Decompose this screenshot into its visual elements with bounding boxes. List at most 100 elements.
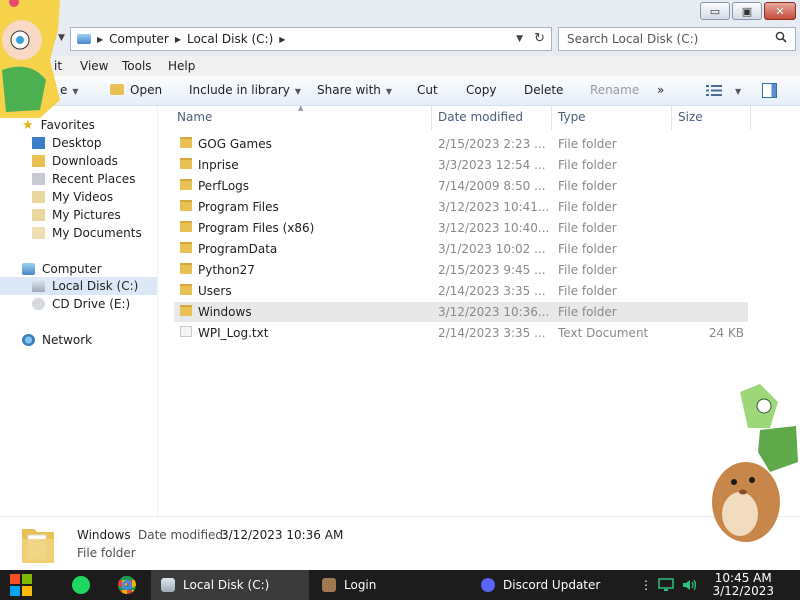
- column-divider[interactable]: [671, 106, 672, 130]
- volume-icon[interactable]: [682, 578, 698, 592]
- file-row[interactable]: PerfLogs 7/14/2009 8:50 ... File folder: [174, 176, 748, 196]
- file-row[interactable]: Program Files (x86) 3/12/2023 10:40... F…: [174, 218, 748, 238]
- share-with-button[interactable]: Share with ▼: [317, 83, 392, 97]
- file-date: 7/14/2009 8:50 ...: [438, 179, 546, 193]
- more-commands-button[interactable]: »: [657, 83, 664, 97]
- maximize-button[interactable]: ▣: [732, 2, 762, 20]
- nav-item-my-documents[interactable]: My Documents: [32, 224, 142, 242]
- file-name: WPI_Log.txt: [198, 326, 269, 340]
- copy-button[interactable]: Copy: [466, 83, 496, 97]
- open-button[interactable]: Open: [110, 83, 162, 97]
- close-button[interactable]: ✕: [764, 2, 796, 20]
- nav-item-downloads[interactable]: Downloads: [32, 152, 118, 170]
- file-row[interactable]: GOG Games 2/15/2023 2:23 ... File folder: [174, 134, 748, 154]
- navigation-pane: ★ Favorites Desktop Downloads Recent Pla…: [0, 106, 158, 516]
- rename-button[interactable]: Rename: [590, 83, 639, 97]
- column-type[interactable]: Type: [558, 110, 586, 124]
- column-size[interactable]: Size: [678, 110, 703, 124]
- chevron-right-icon[interactable]: ▶: [279, 35, 285, 44]
- taskbar-item-local-disk[interactable]: Local Disk (C:): [151, 570, 309, 600]
- nav-network[interactable]: Network: [22, 331, 92, 349]
- view-options-dropdown-icon[interactable]: ▼: [730, 83, 741, 97]
- menu-help[interactable]: Help: [168, 59, 195, 73]
- file-name: ProgramData: [198, 242, 278, 256]
- file-row[interactable]: WPI_Log.txt 2/14/2023 3:35 ... Text Docu…: [174, 323, 748, 343]
- file-row[interactable]: Program Files 3/12/2023 10:41... File fo…: [174, 197, 748, 217]
- file-date: 2/14/2023 3:35 ...: [438, 284, 546, 298]
- discord-icon: [481, 578, 495, 592]
- file-row[interactable]: Users 2/14/2023 3:35 ... File folder: [174, 281, 748, 301]
- nav-computer[interactable]: Computer: [22, 260, 102, 278]
- file-row[interactable]: Inprise 3/3/2023 12:54 ... File folder: [174, 155, 748, 175]
- search-icon[interactable]: [775, 31, 787, 43]
- change-view-icon[interactable]: [706, 84, 722, 97]
- breadcrumb-local-disk[interactable]: Local Disk (C:): [187, 32, 273, 46]
- nav-favorites[interactable]: ★ Favorites: [22, 116, 95, 134]
- nav-item-my-videos[interactable]: My Videos: [32, 188, 113, 206]
- file-date: 2/15/2023 9:45 ...: [438, 263, 546, 277]
- documents-icon: [32, 227, 45, 239]
- organize-button[interactable]: e ▼: [60, 83, 79, 97]
- nav-item-cd-drive[interactable]: CD Drive (E:): [32, 295, 130, 313]
- folder-icon: [180, 200, 192, 211]
- include-in-library-button[interactable]: Include in library ▼: [189, 83, 301, 97]
- nav-item-local-disk[interactable]: Local Disk (C:): [0, 277, 157, 295]
- file-type: File folder: [558, 158, 617, 172]
- details-pane: Windows Date modified: 3/12/2023 10:36 A…: [0, 516, 800, 570]
- taskbar-item-discord-updater[interactable]: Discord Updater: [471, 570, 631, 600]
- file-date: 2/14/2023 3:35 ...: [438, 326, 546, 340]
- file-row[interactable]: ProgramData 3/1/2023 10:02 ... File fold…: [174, 239, 748, 259]
- chevron-right-icon[interactable]: ▶: [175, 35, 181, 44]
- column-name[interactable]: Name: [177, 110, 212, 124]
- file-name: GOG Games: [198, 137, 272, 151]
- column-divider[interactable]: [551, 106, 552, 130]
- nav-item-label: Local Disk (C:): [52, 279, 139, 293]
- windows-start-icon[interactable]: [10, 574, 32, 596]
- cartoon-character-overlay-image: [0, 0, 60, 118]
- file-type: File folder: [558, 179, 617, 193]
- cut-button[interactable]: Cut: [417, 83, 438, 97]
- nav-favorites-label: Favorites: [40, 118, 95, 132]
- address-bar[interactable]: ▶ Computer ▶ Local Disk (C:) ▶ ▼ ↻: [70, 27, 552, 51]
- nav-item-my-pictures[interactable]: My Pictures: [32, 206, 121, 224]
- monitor-icon[interactable]: [658, 578, 674, 592]
- file-row[interactable]: Python27 2/15/2023 9:45 ... File folder: [174, 260, 748, 280]
- minimize-button[interactable]: ▭: [700, 2, 730, 20]
- task-label: Local Disk (C:): [183, 578, 270, 592]
- file-type: Text Document: [558, 326, 649, 340]
- cd-drive-icon: [32, 298, 45, 310]
- title-bar: ▭ ▣ ✕: [0, 0, 800, 24]
- column-divider[interactable]: [750, 106, 751, 130]
- show-hidden-icons[interactable]: ⋮: [640, 570, 652, 600]
- address-row: ▼ ▶ Computer ▶ Local Disk (C:) ▶ ▼ ↻ Sea…: [0, 24, 800, 56]
- preview-pane-icon[interactable]: [762, 83, 777, 98]
- file-row-selected[interactable]: Windows 3/12/2023 10:36... File folder: [174, 302, 748, 322]
- taskbar-item-login[interactable]: Login: [312, 570, 468, 600]
- network-icon: [22, 334, 35, 346]
- menu-view[interactable]: View: [80, 59, 108, 73]
- nav-item-desktop[interactable]: Desktop: [32, 134, 102, 152]
- chrome-icon[interactable]: [118, 576, 136, 594]
- computer-icon: [22, 263, 35, 275]
- column-date-modified[interactable]: Date modified: [438, 110, 523, 124]
- folder-icon: [180, 158, 192, 169]
- breadcrumb-computer[interactable]: Computer: [109, 32, 169, 46]
- column-divider[interactable]: [431, 106, 432, 130]
- star-icon: ★: [22, 117, 34, 133]
- spotify-icon[interactable]: [72, 576, 90, 594]
- delete-button[interactable]: Delete: [524, 83, 563, 97]
- file-type: File folder: [558, 221, 617, 235]
- address-dropdown-icon[interactable]: ▼: [516, 34, 523, 44]
- nav-item-recent-places[interactable]: Recent Places: [32, 170, 135, 188]
- system-clock[interactable]: 10:45 AM 3/12/2023: [712, 572, 774, 598]
- refresh-icon[interactable]: ↻: [534, 31, 545, 46]
- search-input[interactable]: Search Local Disk (C:): [558, 27, 796, 51]
- chevron-right-icon[interactable]: ▶: [97, 35, 103, 44]
- nav-item-label: Desktop: [52, 136, 102, 150]
- file-type: File folder: [558, 200, 617, 214]
- menu-tools[interactable]: Tools: [122, 59, 152, 73]
- column-headers: ▲ Name Date modified Type Size: [172, 104, 752, 130]
- clock-date: 3/12/2023: [712, 584, 774, 598]
- folder-icon: [180, 242, 192, 253]
- folder-icon: [180, 221, 192, 232]
